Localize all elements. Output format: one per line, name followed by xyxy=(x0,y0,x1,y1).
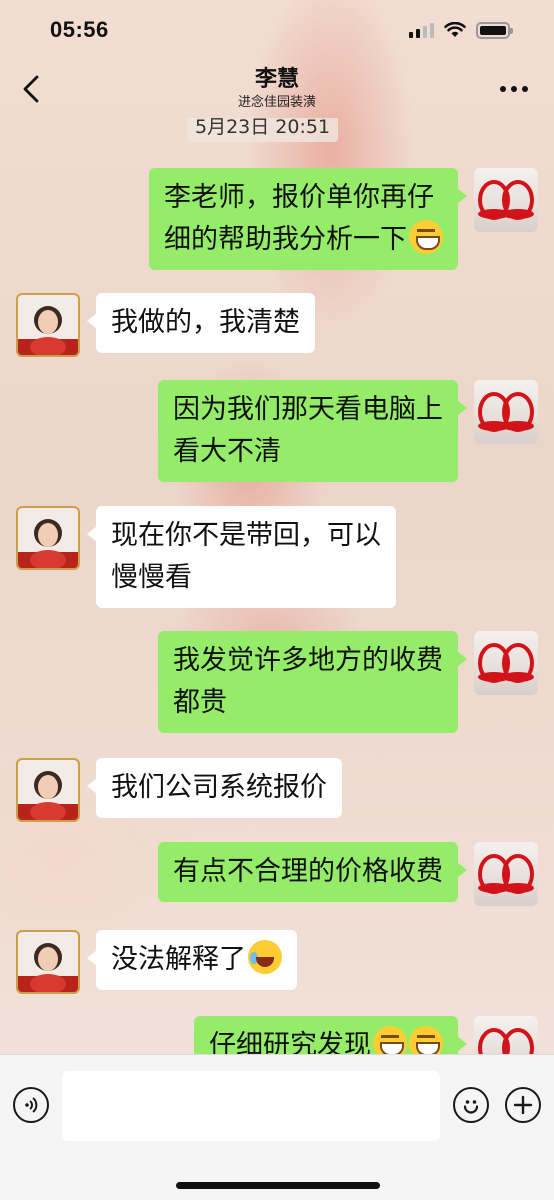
message-text-line: 都贵 xyxy=(173,687,227,718)
status-time: 05:56 xyxy=(50,17,109,42)
contact-avatar[interactable] xyxy=(16,758,80,822)
back-button[interactable] xyxy=(18,72,44,106)
message-text-line: 没法解释了 xyxy=(111,939,282,981)
avatar-image xyxy=(18,295,78,355)
contact-avatar[interactable] xyxy=(16,930,80,994)
my-avatar[interactable] xyxy=(474,168,538,232)
sent-message-bubble[interactable]: 李老师，报价单你再仔细的帮助我分析一下 xyxy=(149,168,467,270)
plus-icon xyxy=(513,1095,533,1115)
message-text-line: 仔细研究发现 xyxy=(209,1025,443,1054)
my-avatar[interactable] xyxy=(474,842,538,906)
chat-header: 李慧 进念佳园装潢 xyxy=(0,60,554,118)
message-text-line: 细的帮助我分析一下 xyxy=(164,219,443,261)
avatar-image xyxy=(478,180,534,220)
avatar-image xyxy=(478,1028,534,1054)
message-list[interactable]: 5月23日 20:51 李老师，报价单你再仔细的帮助我分析一下我做的，我清楚因为… xyxy=(0,118,554,1054)
chevron-left-icon xyxy=(23,75,39,103)
received-message-bubble[interactable]: 现在你不是带回，可以 慢慢看 xyxy=(87,506,396,608)
contact-avatar[interactable] xyxy=(16,506,80,570)
received-message-bubble[interactable]: 没法解释了 xyxy=(87,930,297,990)
contact-avatar[interactable] xyxy=(16,293,80,357)
message-text-line: 我做的，我清楚 xyxy=(111,307,300,338)
sent-message-bubble[interactable]: 有点不合理的价格收费 xyxy=(158,842,467,902)
message-input[interactable] xyxy=(62,1071,440,1141)
wifi-icon xyxy=(444,22,466,37)
received-message-bubble[interactable]: 我们公司系统报价 xyxy=(87,758,342,818)
message-text-line: 慢慢看 xyxy=(111,562,192,593)
home-indicator xyxy=(176,1182,380,1189)
message-text-line: 有点不合理的价格收费 xyxy=(173,856,443,887)
contact-subtitle: 进念佳园装潢 xyxy=(237,95,316,110)
message-text-line: 因为我们那天看电脑上 xyxy=(173,394,443,425)
message-text-line: 我发觉许多地方的收费 xyxy=(173,645,443,676)
message-text-line: 现在你不是带回，可以 xyxy=(111,520,381,551)
avatar-image xyxy=(18,932,78,992)
received-message-bubble[interactable]: 我做的，我清楚 xyxy=(87,293,315,353)
avatar-image xyxy=(478,392,534,432)
avatar-image xyxy=(478,643,534,683)
grin-emoji-icon xyxy=(373,1026,407,1054)
battery-icon xyxy=(476,21,513,39)
my-avatar[interactable] xyxy=(474,380,538,444)
status-icons xyxy=(409,21,513,39)
voice-button[interactable] xyxy=(13,1087,49,1123)
sent-message-bubble[interactable]: 我发觉许多地方的收费 都贵 xyxy=(158,631,467,733)
more-dots-icon xyxy=(500,86,506,92)
laughing-tears-emoji-icon xyxy=(248,940,282,974)
sent-message-bubble[interactable]: 仔细研究发现 xyxy=(194,1016,467,1054)
avatar-image xyxy=(478,854,534,894)
input-bar xyxy=(0,1054,554,1200)
signal-icon xyxy=(409,22,434,38)
plus-button[interactable] xyxy=(505,1087,541,1123)
my-avatar[interactable] xyxy=(474,631,538,695)
emoji-button[interactable] xyxy=(453,1087,489,1123)
message-text-line: 看大不清 xyxy=(173,436,281,467)
message-text-line: 我们公司系统报价 xyxy=(111,772,327,803)
grin-emoji-icon xyxy=(409,220,443,254)
message-text-line: 李老师，报价单你再仔 xyxy=(164,182,434,213)
emoji-icon xyxy=(463,1100,479,1114)
sent-message-bubble[interactable]: 因为我们那天看电脑上 看大不清 xyxy=(158,380,467,482)
contact-name: 李慧 xyxy=(254,67,299,92)
my-avatar[interactable] xyxy=(474,1016,538,1054)
more-button[interactable] xyxy=(496,74,532,104)
voice-icon xyxy=(25,1097,38,1113)
avatar-image xyxy=(18,760,78,820)
avatar-image xyxy=(18,508,78,568)
message-timestamp: 5月23日 20:51 xyxy=(187,118,339,142)
status-bar: 05:56 xyxy=(0,0,554,60)
grin-emoji-icon xyxy=(409,1026,443,1054)
chat-title-block[interactable]: 李慧 进念佳园装潢 xyxy=(238,66,316,112)
